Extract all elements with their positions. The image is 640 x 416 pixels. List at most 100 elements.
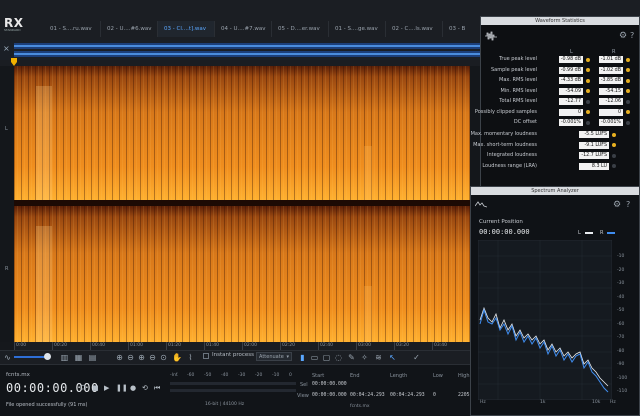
- file-tab[interactable]: 02 - U....#6.wav: [101, 21, 158, 37]
- instant-process-checkbox[interactable]: [203, 353, 209, 359]
- sel-start-value[interactable]: 00:00:00.000: [312, 382, 347, 387]
- zoom-slider-handle[interactable]: [44, 353, 51, 360]
- meter-tick-label: -20: [255, 373, 263, 378]
- low-freq-value[interactable]: 0: [433, 393, 436, 398]
- view-end-value[interactable]: 00:04:24.293: [350, 393, 385, 398]
- lasso-icon[interactable]: ◌: [334, 353, 343, 362]
- sel-label: Sel: [300, 382, 308, 388]
- low-header: Low: [433, 373, 443, 379]
- timeline-tick-label: 01:20: [166, 342, 204, 350]
- waveform-view-icon[interactable]: ∿: [3, 353, 12, 362]
- hz-tick-label: Hz: [610, 400, 616, 405]
- file-name-small: fcnts.mx: [350, 404, 370, 409]
- db-tick-label: -100: [617, 375, 628, 381]
- db-tick-label: -80: [617, 348, 625, 354]
- high-freq-value[interactable]: 2205: [458, 393, 470, 398]
- meter-tick-label: -40: [221, 373, 229, 378]
- grid-icon[interactable]: ▦: [74, 353, 83, 362]
- file-tab[interactable]: 05 - D....er.wav: [272, 21, 329, 37]
- help-icon[interactable]: ?: [630, 31, 634, 40]
- timeline-ruler[interactable]: 0:00 00:20 00:40 01:00 01:20 01:40 02:00 02:20 0…: [14, 342, 470, 350]
- cursor-icon[interactable]: ↖: [388, 353, 397, 362]
- file-tab[interactable]: 04 - U....#7.wav: [215, 21, 272, 37]
- indicator-dot-right: [626, 99, 630, 104]
- spectrogram-settings-icon[interactable]: ▥: [60, 353, 69, 362]
- file-tab[interactable]: 01 - S....ge.wav: [329, 21, 386, 37]
- indicator-dot: [612, 164, 616, 168]
- stat-value-left: -0.98 dB: [559, 56, 583, 63]
- meter-tick-label: 0: [289, 373, 292, 378]
- zoom-out-icon[interactable]: ⊖: [126, 353, 135, 362]
- stat-row: DC offset -0.001% -0.001%: [481, 118, 639, 127]
- stat-value-left: -0.001%: [559, 119, 583, 126]
- play-icon[interactable]: ▶: [104, 384, 109, 392]
- attenuate-value: Attenuate: [259, 354, 284, 360]
- harmonic-selection-icon[interactable]: ≋: [374, 353, 383, 362]
- channel-label-left: L: [5, 126, 8, 132]
- instant-process-icon[interactable]: ✓: [412, 353, 421, 362]
- attenuate-dropdown[interactable]: Attenuate ▾: [256, 352, 292, 361]
- zoom-fit-icon[interactable]: ⊖: [148, 353, 157, 362]
- box-selection-icon[interactable]: ▢: [322, 353, 331, 362]
- chevron-down-icon: ▾: [286, 354, 289, 360]
- brush-icon[interactable]: ✎: [347, 353, 356, 362]
- time-selection-icon[interactable]: ▮: [298, 353, 307, 362]
- indicator-dot-right: [626, 89, 630, 93]
- help-icon[interactable]: ?: [626, 200, 630, 209]
- file-tab[interactable]: 03 - Cl....t].wav: [158, 21, 215, 37]
- stat-value-right: 0: [599, 108, 623, 116]
- stat-label: True peak level: [499, 56, 537, 62]
- waveform-statistics-title[interactable]: Waveform Statistics: [481, 17, 639, 25]
- stat-row: Sample peak level -0.99 dB -1.02 dB: [481, 66, 639, 75]
- spectrogram-display[interactable]: [14, 66, 470, 342]
- db-tick-label: -110: [617, 389, 628, 394]
- rewind-icon[interactable]: ⏮: [154, 384, 160, 393]
- zoom-in-icon[interactable]: ⊕: [115, 353, 124, 362]
- zoom-tool-icon[interactable]: ⊙: [159, 353, 168, 362]
- stat-label: Sample peak level: [490, 66, 537, 73]
- pause-icon[interactable]: ❚❚: [116, 384, 128, 392]
- fit-icon[interactable]: ▤: [88, 353, 97, 362]
- stat-label: Max. short-term loudness: [473, 141, 537, 148]
- record-icon[interactable]: ●: [130, 384, 136, 392]
- zoom-slider-track[interactable]: [14, 356, 48, 358]
- hand-tool-icon[interactable]: ✋: [172, 353, 182, 362]
- loop-icon[interactable]: ⟲: [142, 384, 148, 392]
- indicator-dot-right: [626, 78, 630, 83]
- stat-label: Max. RMS level: [499, 77, 537, 83]
- hz-tick-label: 1k: [540, 400, 546, 405]
- gear-icon[interactable]: ⚙: [619, 31, 627, 41]
- frequency-selection-icon[interactable]: ▭: [310, 353, 319, 362]
- loudness-value: -12.7 LUFS: [579, 152, 609, 159]
- magic-wand-icon[interactable]: ✧: [360, 353, 369, 362]
- gear-icon[interactable]: ⚙: [613, 200, 621, 210]
- indicator-dot-left: [586, 68, 590, 72]
- file-tab[interactable]: 02 - C....ls.wav: [386, 21, 443, 37]
- indicator-dot-right: [626, 120, 630, 125]
- zoom-selection-icon[interactable]: ⊕: [137, 353, 146, 362]
- indicator-dot-left: [586, 99, 590, 104]
- collapse-overview-icon[interactable]: ⨯: [3, 44, 10, 53]
- hz-tick-label: 10k: [592, 400, 601, 405]
- playhead-marker[interactable]: [11, 58, 17, 66]
- db-tick-label: -40: [617, 294, 625, 300]
- view-length-value[interactable]: 00:04:24.293: [390, 393, 425, 398]
- stop-icon[interactable]: ■: [92, 384, 99, 392]
- waveform-tool-icon[interactable]: ⌇: [186, 353, 195, 362]
- meter-tick-label: -Inf.: [170, 373, 179, 378]
- indicator-dot-right: [626, 57, 630, 62]
- stat-value-right: -3.85 dB: [599, 77, 623, 84]
- format-info: 16-bit | 44100 Hz: [205, 402, 245, 407]
- file-tab[interactable]: 01 - S....ru.wav: [44, 21, 101, 37]
- spectrum-analyzer-title[interactable]: Spectrum Analyzer: [471, 187, 639, 195]
- stat-row: Total RMS level -12.77 dB -12.06 dB: [481, 97, 639, 111]
- legend-left-swatch: [585, 232, 593, 234]
- spectrum-plot[interactable]: [478, 240, 612, 400]
- spectrum-icon: [475, 201, 487, 208]
- indicator-dot-right: [626, 68, 630, 72]
- stat-value-right: -0.001%: [599, 119, 623, 126]
- stat-row: Possibly clipped samples 0 0: [475, 108, 639, 117]
- view-start-value[interactable]: 00:00:00.000: [312, 393, 347, 398]
- meter-tick-label: -30: [238, 373, 246, 378]
- headphones-icon[interactable]: ☊: [80, 384, 86, 392]
